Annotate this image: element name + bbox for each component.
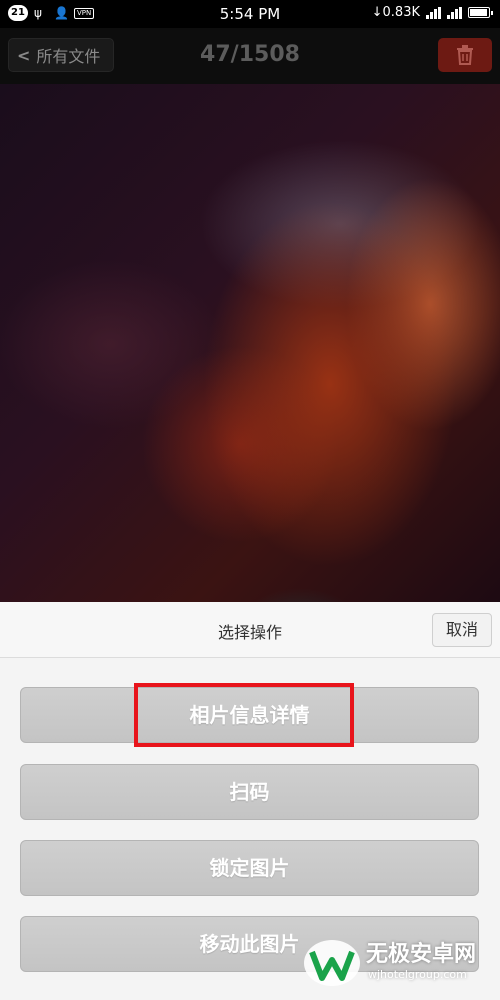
- highlight-annotation: [134, 683, 354, 747]
- network-speed: ↓0.83K: [371, 5, 420, 20]
- battery-icon: [468, 7, 493, 18]
- photo-counter: 47/1508: [200, 42, 300, 67]
- trash-icon: [457, 45, 473, 65]
- top-nav-bar: < 所有文件 47/1508: [0, 28, 500, 84]
- lock-image-button[interactable]: 锁定图片: [20, 840, 479, 896]
- cancel-button[interactable]: 取消: [432, 613, 492, 647]
- status-bar: 21 ψ 👤 VPN 5:54 PM ↓0.83K: [0, 0, 500, 28]
- delete-button[interactable]: [438, 38, 492, 72]
- action-sheet-title: 选择操作: [217, 623, 282, 642]
- watermark-logo-icon: [304, 940, 360, 986]
- photo-view[interactable]: [0, 84, 500, 602]
- watermark: 无极安卓网 wjhotelgroup.com: [302, 934, 492, 992]
- watermark-name: 无极安卓网: [366, 942, 477, 967]
- signal-icon: [447, 6, 462, 19]
- status-right-icons: ↓0.83K: [371, 5, 493, 20]
- signal-4g-icon: [426, 6, 441, 19]
- scan-code-button[interactable]: 扫码: [20, 764, 479, 820]
- watermark-url: wjhotelgroup.com: [368, 968, 467, 981]
- action-sheet-header: 选择操作 取消: [0, 602, 500, 658]
